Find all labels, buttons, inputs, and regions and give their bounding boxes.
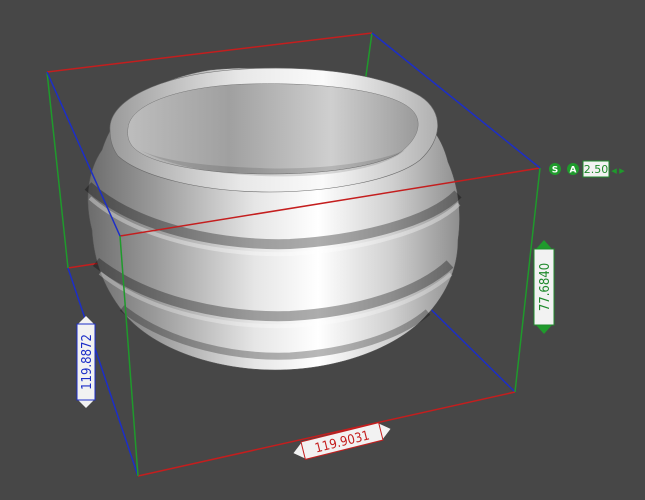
snap-value: 2.50 xyxy=(584,163,609,176)
right-arrow-icon: ▸ xyxy=(619,164,625,177)
depth-dimension[interactable]: 119.8872 xyxy=(76,316,96,408)
ring-model[interactable] xyxy=(84,67,462,371)
snap-a-label: A xyxy=(570,166,577,176)
left-arrow-icon: ◂ xyxy=(611,164,617,177)
height-dimension[interactable]: 77.6840 xyxy=(533,240,555,334)
up-arrow-icon xyxy=(78,400,94,408)
depth-label: 119.8872 xyxy=(80,334,95,390)
bbox-edge-back-left-z xyxy=(46,71,69,269)
bbox-edge-front-bottom-x xyxy=(137,391,516,477)
bbox-edge-back-top-x xyxy=(46,32,373,73)
snap-s-label: S xyxy=(552,166,558,176)
down-arrow-icon xyxy=(536,325,552,334)
up-arrow-icon xyxy=(536,240,552,249)
width-dimension[interactable]: 119.9031 xyxy=(291,420,392,462)
down-arrow-icon xyxy=(78,316,94,324)
scene-canvas[interactable]: 119.8872 119.9031 77.6840 S A 2.50 ◂ ▸ xyxy=(0,0,645,500)
height-label: 77.6840 xyxy=(538,263,553,311)
3d-viewport[interactable]: 119.8872 119.9031 77.6840 S A 2.50 ◂ ▸ xyxy=(0,0,645,500)
snap-control[interactable]: S A 2.50 ◂ ▸ xyxy=(549,160,625,178)
